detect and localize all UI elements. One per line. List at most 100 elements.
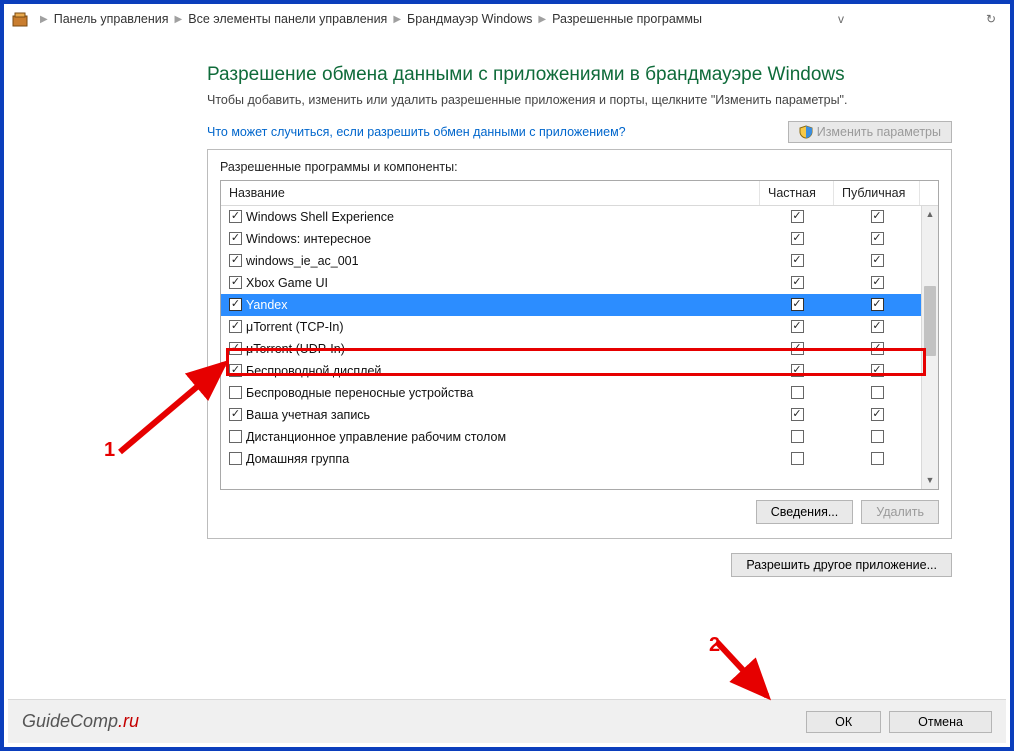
checkbox[interactable] bbox=[871, 364, 884, 377]
checkbox[interactable] bbox=[229, 210, 242, 223]
breadcrumb-seg[interactable]: Брандмауэр Windows bbox=[407, 12, 532, 26]
checkbox[interactable] bbox=[229, 430, 242, 443]
breadcrumb-seg[interactable]: Все элементы панели управления bbox=[188, 12, 387, 26]
table-row[interactable]: Беспроводной дисплей bbox=[221, 360, 938, 382]
checkbox[interactable] bbox=[871, 298, 884, 311]
checkbox[interactable] bbox=[791, 452, 804, 465]
cancel-button[interactable]: Отмена bbox=[889, 711, 992, 733]
checkbox[interactable] bbox=[791, 276, 804, 289]
checkbox[interactable] bbox=[871, 430, 884, 443]
checkbox[interactable] bbox=[229, 408, 242, 421]
risk-link[interactable]: Что может случиться, если разрешить обме… bbox=[207, 125, 626, 139]
checkbox[interactable] bbox=[229, 298, 242, 311]
checkbox[interactable] bbox=[871, 342, 884, 355]
checkbox[interactable] bbox=[871, 408, 884, 421]
chevron-right-icon: ▶ bbox=[34, 14, 54, 25]
dialog-footer: GuideComp.ru ОК Отмена bbox=[8, 699, 1006, 743]
scroll-head-spacer bbox=[920, 181, 938, 205]
row-label: Домашняя группа bbox=[246, 452, 349, 466]
row-label: Windows Shell Experience bbox=[246, 210, 394, 224]
checkbox[interactable] bbox=[791, 364, 804, 377]
checkbox[interactable] bbox=[871, 386, 884, 399]
ok-button[interactable]: ОК bbox=[806, 711, 881, 733]
scroll-down-icon[interactable]: ▼ bbox=[922, 472, 938, 489]
checkbox[interactable] bbox=[871, 210, 884, 223]
checkbox[interactable] bbox=[871, 452, 884, 465]
row-label: μTorrent (TCP-In) bbox=[246, 320, 344, 334]
chevron-right-icon: ▶ bbox=[387, 14, 407, 25]
checkbox[interactable] bbox=[791, 298, 804, 311]
checkbox[interactable] bbox=[229, 386, 242, 399]
scrollbar[interactable]: ▲ ▼ bbox=[921, 206, 938, 489]
control-panel-icon bbox=[12, 11, 28, 27]
annotation-marker-2: 2 bbox=[709, 634, 720, 657]
checkbox[interactable] bbox=[791, 430, 804, 443]
table-body: Windows Shell Experience Windows: интерес… bbox=[221, 206, 938, 489]
checkbox[interactable] bbox=[229, 232, 242, 245]
row-label: Xbox Game UI bbox=[246, 276, 328, 290]
change-settings-button[interactable]: Изменить параметры bbox=[788, 121, 952, 143]
checkbox[interactable] bbox=[791, 254, 804, 267]
column-private[interactable]: Частная bbox=[760, 181, 834, 205]
table-row[interactable]: Windows: интересное bbox=[221, 228, 938, 250]
page-description: Чтобы добавить, изменить или удалить раз… bbox=[62, 92, 952, 109]
allowed-apps-panel: Разрешенные программы и компоненты: Назв… bbox=[207, 149, 952, 539]
scroll-thumb[interactable] bbox=[924, 286, 936, 356]
table-row[interactable]: Дистанционное управление рабочим столом bbox=[221, 426, 938, 448]
table-row[interactable]: Xbox Game UI bbox=[221, 272, 938, 294]
content-area: Разрешение обмена данными с приложениями… bbox=[4, 34, 1010, 577]
table-row[interactable]: μTorrent (UDP-In) bbox=[221, 338, 938, 360]
checkbox[interactable] bbox=[871, 320, 884, 333]
table-row[interactable]: Windows Shell Experience bbox=[221, 206, 938, 228]
checkbox[interactable] bbox=[791, 408, 804, 421]
table-row[interactable]: μTorrent (TCP-In) bbox=[221, 316, 938, 338]
breadcrumb-bar: ▶ Панель управления ▶ Все элементы панел… bbox=[4, 4, 1010, 34]
row-label: Yandex bbox=[246, 298, 287, 312]
checkbox[interactable] bbox=[791, 320, 804, 333]
watermark: GuideComp.ru bbox=[22, 711, 139, 732]
row-label: Windows: интересное bbox=[246, 232, 371, 246]
row-label: Дистанционное управление рабочим столом bbox=[246, 430, 506, 444]
refresh-icon[interactable]: ↻ bbox=[980, 12, 1002, 26]
checkbox[interactable] bbox=[871, 276, 884, 289]
breadcrumb-seg[interactable]: Разрешенные программы bbox=[552, 12, 702, 26]
checkbox[interactable] bbox=[229, 364, 242, 377]
dropdown-icon[interactable]: v bbox=[832, 12, 850, 26]
remove-button[interactable]: Удалить bbox=[861, 500, 939, 524]
column-name[interactable]: Название bbox=[221, 181, 760, 205]
chevron-right-icon: ▶ bbox=[169, 14, 189, 25]
table-header: Название Частная Публичная bbox=[221, 181, 938, 206]
table-row[interactable]: Беспроводные переносные устройства bbox=[221, 382, 938, 404]
row-label: Беспроводной дисплей bbox=[246, 364, 381, 378]
breadcrumb-seg[interactable]: Панель управления bbox=[54, 12, 169, 26]
checkbox[interactable] bbox=[791, 342, 804, 355]
apps-table: Название Частная Публичная Windows Shell… bbox=[220, 180, 939, 490]
checkbox[interactable] bbox=[791, 386, 804, 399]
button-label: Изменить параметры bbox=[817, 125, 941, 139]
checkbox[interactable] bbox=[229, 452, 242, 465]
table-row[interactable]: Yandex bbox=[221, 294, 938, 316]
checkbox[interactable] bbox=[229, 320, 242, 333]
checkbox[interactable] bbox=[791, 210, 804, 223]
row-label: windows_ie_ac_001 bbox=[246, 254, 359, 268]
allow-another-app-button[interactable]: Разрешить другое приложение... bbox=[731, 553, 952, 577]
table-row[interactable]: Ваша учетная запись bbox=[221, 404, 938, 426]
checkbox[interactable] bbox=[229, 276, 242, 289]
row-label: Ваша учетная запись bbox=[246, 408, 370, 422]
column-public[interactable]: Публичная bbox=[834, 181, 920, 205]
row-label: Беспроводные переносные устройства bbox=[246, 386, 473, 400]
checkbox[interactable] bbox=[229, 342, 242, 355]
row-label: μTorrent (UDP-In) bbox=[246, 342, 345, 356]
checkbox[interactable] bbox=[229, 254, 242, 267]
scroll-up-icon[interactable]: ▲ bbox=[922, 206, 938, 223]
checkbox[interactable] bbox=[791, 232, 804, 245]
details-button[interactable]: Сведения... bbox=[756, 500, 854, 524]
chevron-right-icon: ▶ bbox=[532, 14, 552, 25]
checkbox[interactable] bbox=[871, 254, 884, 267]
checkbox[interactable] bbox=[871, 232, 884, 245]
table-row[interactable]: windows_ie_ac_001 bbox=[221, 250, 938, 272]
table-row[interactable]: Домашняя группа bbox=[221, 448, 938, 470]
page-title: Разрешение обмена данными с приложениями… bbox=[62, 64, 952, 86]
panel-label: Разрешенные программы и компоненты: bbox=[220, 160, 939, 174]
shield-icon bbox=[799, 125, 813, 139]
